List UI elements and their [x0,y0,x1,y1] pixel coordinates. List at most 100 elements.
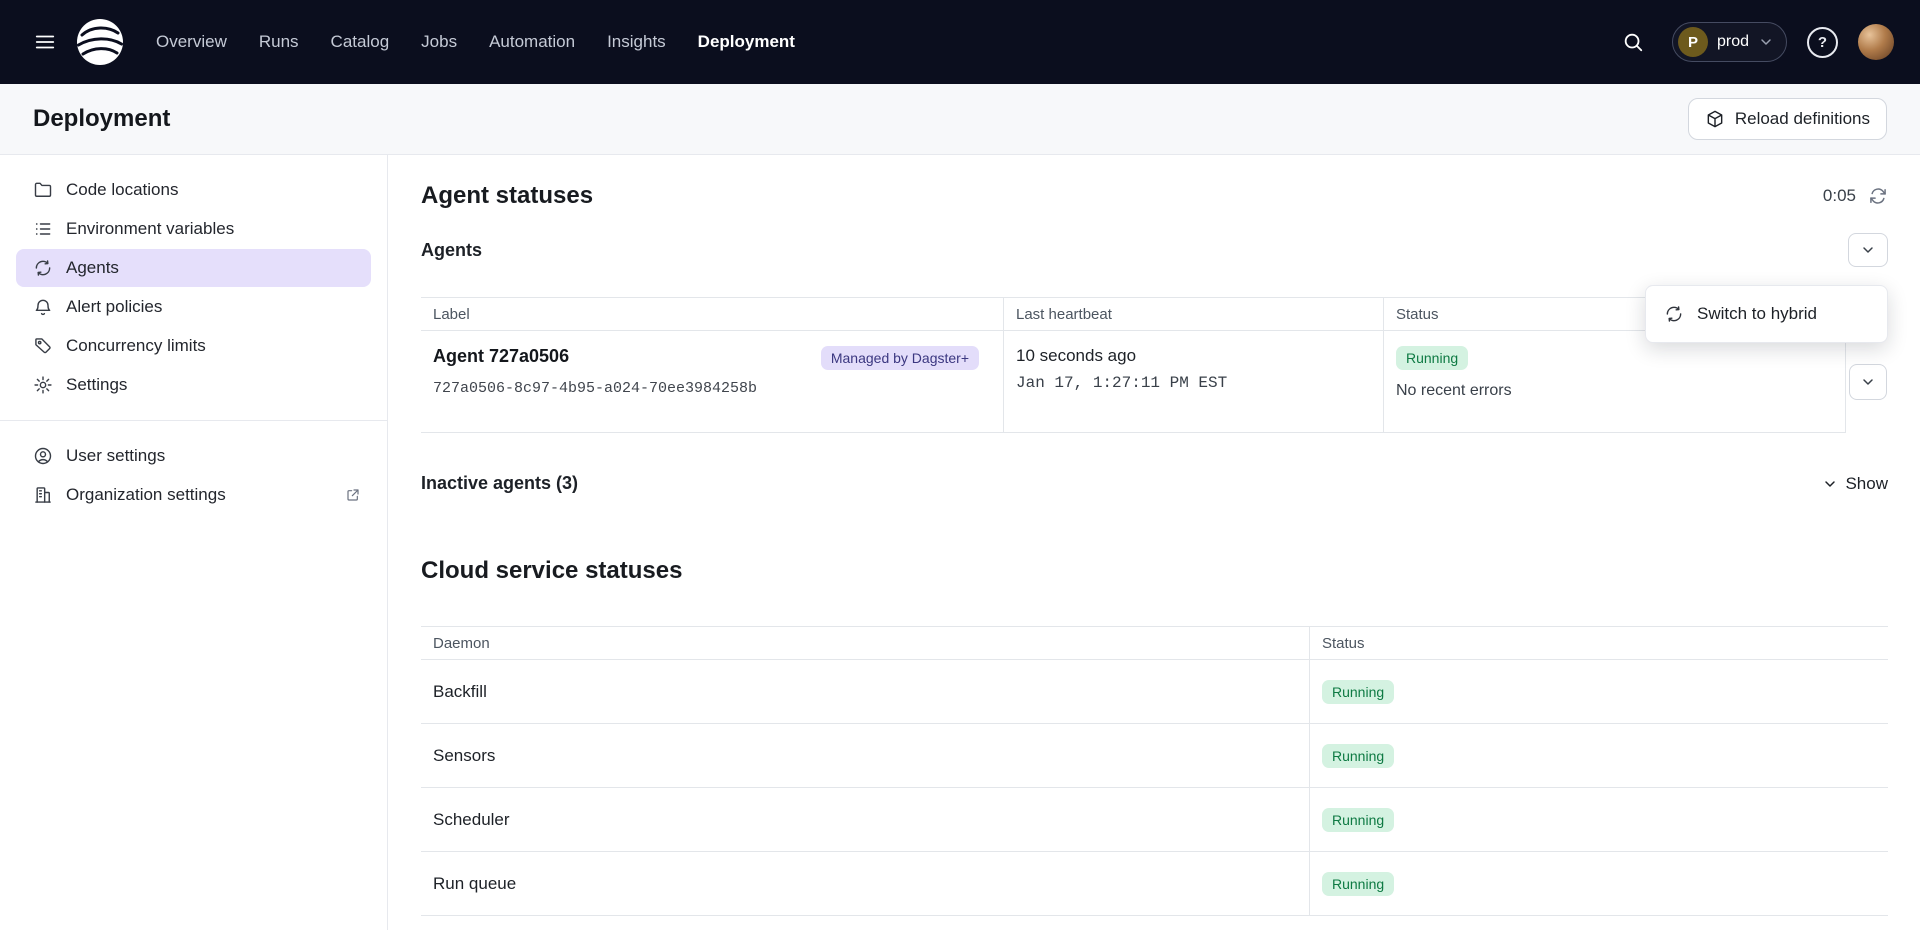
deployment-switcher[interactable]: P prod [1672,22,1787,62]
nav-right-cluster: P prod ? [1614,22,1894,62]
main-content: Agent statuses 0:05 Agents Label Last he… [388,155,1920,930]
app-root: Overview Runs Catalog Jobs Automation In… [0,0,1920,930]
daemon-status-cell: Running [1310,660,1888,724]
nav-item-insights[interactable]: Insights [607,32,666,52]
building-icon [33,485,53,505]
agent-label-cell: Agent 727a0506 Managed by Dagster+ 727a0… [421,331,1004,433]
refresh-countdown: 0:05 [1823,186,1856,206]
inactive-agents-row: Inactive agents (3) Show [421,473,1888,494]
sidebar-item-user-settings[interactable]: User settings [16,437,371,475]
list-icon [33,219,53,239]
help-button[interactable]: ? [1807,27,1838,58]
agent-row-menu-button[interactable] [1849,364,1887,400]
agents-section-menu-button[interactable] [1848,233,1888,267]
hamburger-icon [34,31,56,53]
reload-definitions-label: Reload definitions [1735,109,1870,129]
page-header: Deployment Reload definitions [0,84,1920,155]
folder-icon [33,180,53,200]
swap-cycle-icon [1664,304,1684,324]
daemon-status-cell: Running [1310,724,1888,788]
refresh-icon[interactable] [1868,186,1888,206]
deployment-name: prod [1717,33,1749,51]
agent-status-cell: Running No recent errors [1384,331,1846,433]
user-icon [33,446,53,466]
status-badge: Running [1322,680,1394,704]
sidebar-item-label: Environment variables [66,219,234,239]
deployment-sidebar: Code locations Environment variables Age… [0,155,388,930]
daemon-name: Backfill [433,682,487,702]
daemon-status-cell: Running [1310,852,1888,916]
hamburger-menu-button[interactable] [26,23,64,61]
sidebar-item-alert-policies[interactable]: Alert policies [16,288,371,326]
managed-by-badge: Managed by Dagster+ [821,346,979,370]
nav-item-jobs[interactable]: Jobs [421,32,457,52]
primary-nav: Overview Runs Catalog Jobs Automation In… [156,32,795,52]
sidebar-item-concurrency-limits[interactable]: Concurrency limits [16,327,371,365]
nav-item-deployment[interactable]: Deployment [698,32,795,52]
dagster-logo-icon [74,16,126,68]
daemon-name-cell: Backfill [421,660,1310,724]
show-inactive-toggle[interactable]: Show [1822,474,1888,494]
tag-icon [33,336,53,356]
status-badge: Running [1396,346,1468,370]
bell-icon [33,297,53,317]
sidebar-item-organization-settings[interactable]: Organization settings [16,476,371,514]
dagster-logo[interactable] [74,16,126,68]
sidebar-item-label: Alert policies [66,297,162,317]
chevron-down-icon [1758,34,1774,50]
status-badge: Running [1322,744,1394,768]
menu-item-switch-to-hybrid[interactable]: Switch to hybrid [1646,294,1887,334]
agent-cycle-icon [33,258,53,278]
agent-statuses-header: Agent statuses 0:05 [421,181,1888,211]
nav-item-overview[interactable]: Overview [156,32,227,52]
agents-section-header: Agents [421,233,1888,267]
sidebar-item-settings[interactable]: Settings [16,366,371,404]
daemon-name: Run queue [433,874,516,894]
daemon-name-cell: Run queue [421,852,1310,916]
code-location-cube-icon [1705,109,1725,129]
agent-uuid: 727a0506-8c97-4b95-a024-70ee3984258b [433,380,987,397]
reload-definitions-button[interactable]: Reload definitions [1688,98,1887,140]
daemon-table: Daemon Status Backfill Running Sensors R… [421,626,1888,916]
inactive-agents-title: Inactive agents (3) [421,473,578,494]
chevron-down-icon [1822,476,1838,492]
gear-icon [33,375,53,395]
daemon-name: Sensors [433,746,495,766]
column-header-daemon: Daemon [421,626,1310,660]
sidebar-divider [0,420,387,421]
search-button[interactable] [1614,23,1652,61]
nav-item-catalog[interactable]: Catalog [331,32,390,52]
status-badge: Running [1322,872,1394,896]
column-header-last-heartbeat: Last heartbeat [1004,297,1384,331]
chevron-down-icon [1860,242,1876,258]
daemon-name: Scheduler [433,810,510,830]
nav-item-automation[interactable]: Automation [489,32,575,52]
heartbeat-timestamp: Jan 17, 1:27:11 PM EST [1016,374,1367,392]
search-icon [1622,31,1644,53]
daemon-name-cell: Sensors [421,724,1310,788]
column-header-status: Status [1310,626,1888,660]
column-header-label: Label [421,297,1004,331]
show-toggle-label: Show [1845,474,1888,494]
chevron-down-icon [1860,374,1876,390]
sidebar-item-label: Settings [66,375,127,395]
nav-item-runs[interactable]: Runs [259,32,299,52]
status-note: No recent errors [1396,382,1829,400]
agent-name[interactable]: Agent 727a0506 [433,346,569,367]
daemon-status-cell: Running [1310,788,1888,852]
agents-dropdown-menu: Switch to hybrid [1645,285,1888,343]
status-badge: Running [1322,808,1394,832]
sidebar-item-environment-variables[interactable]: Environment variables [16,210,371,248]
user-avatar[interactable] [1858,24,1894,60]
sidebar-item-label: Code locations [66,180,178,200]
agent-statuses-title: Agent statuses [421,181,593,211]
agent-heartbeat-cell: 10 seconds ago Jan 17, 1:27:11 PM EST [1004,331,1384,433]
question-mark-icon: ? [1818,34,1827,51]
external-link-icon [345,487,361,503]
sidebar-item-label: Agents [66,258,119,278]
sidebar-item-code-locations[interactable]: Code locations [16,171,371,209]
sidebar-item-agents[interactable]: Agents [16,249,371,287]
deployment-avatar: P [1678,27,1708,57]
heartbeat-relative: 10 seconds ago [1016,346,1367,366]
refresh-timer: 0:05 [1823,186,1888,206]
